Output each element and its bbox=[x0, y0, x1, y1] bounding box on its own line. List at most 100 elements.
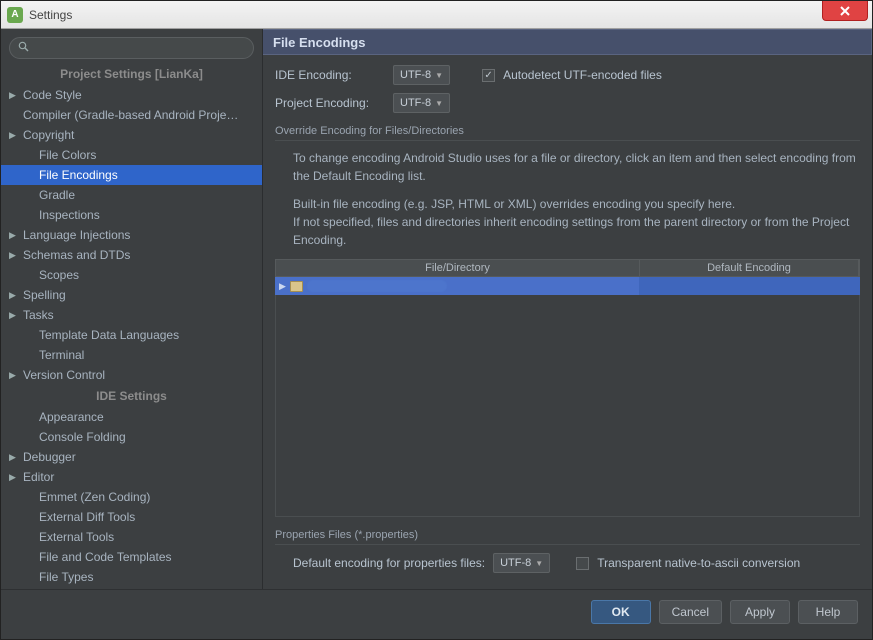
settings-tree[interactable]: Project Settings [LianKa] ▶Code StyleCom… bbox=[1, 63, 262, 589]
tree-item-label: Version Control bbox=[23, 368, 105, 382]
encoding-table: File/Directory Default Encoding ▶ bbox=[275, 259, 860, 517]
tree-item-label: Emmet (Zen Coding) bbox=[39, 490, 150, 504]
expand-arrow-icon[interactable]: ▶ bbox=[9, 130, 19, 141]
expand-arrow-icon[interactable]: ▶ bbox=[9, 370, 19, 381]
expand-arrow-icon[interactable]: ▶ bbox=[9, 452, 19, 463]
override-section-label: Override Encoding for Files/Directories bbox=[275, 125, 860, 141]
tree-item[interactable]: ▶ Code Style bbox=[1, 85, 262, 105]
table-header: File/Directory Default Encoding bbox=[275, 259, 860, 277]
dialog-button-bar: OK Cancel Apply Help bbox=[1, 589, 872, 633]
autodetect-checkbox[interactable]: ✓ bbox=[482, 69, 495, 82]
properties-encoding-dropdown[interactable]: UTF-8 ▼ bbox=[493, 553, 550, 573]
search-box[interactable] bbox=[9, 37, 254, 59]
ide-encoding-dropdown[interactable]: UTF-8 ▼ bbox=[393, 65, 450, 85]
tree-item-label: Scopes bbox=[39, 268, 79, 282]
tree-item-label: Copyright bbox=[23, 128, 74, 142]
tree-item-label: Console Folding bbox=[39, 430, 126, 444]
expand-icon[interactable]: ▶ bbox=[279, 281, 286, 292]
search-input[interactable] bbox=[33, 41, 245, 55]
close-button[interactable] bbox=[822, 1, 868, 21]
help-button[interactable]: Help bbox=[798, 600, 858, 624]
settings-sidebar: Project Settings [LianKa] ▶Code StyleCom… bbox=[1, 29, 263, 589]
ide-encoding-label: IDE Encoding: bbox=[275, 68, 385, 82]
project-encoding-dropdown[interactable]: UTF-8 ▼ bbox=[393, 93, 450, 113]
row-encoding-cell[interactable] bbox=[639, 277, 860, 295]
tree-item[interactable]: File Encodings bbox=[1, 165, 262, 185]
tree-item[interactable]: ▶Schemas and DTDs bbox=[1, 245, 262, 265]
tree-item[interactable]: ▶ Editor bbox=[1, 467, 262, 487]
tree-item[interactable]: Compiler (Gradle-based Android Proje… bbox=[1, 105, 262, 125]
tree-item[interactable]: Gradle bbox=[1, 185, 262, 205]
tree-item[interactable]: Terminal bbox=[1, 345, 262, 365]
search-icon bbox=[18, 41, 29, 55]
section-header-ide: IDE Settings bbox=[1, 385, 262, 407]
tree-item-label: Spelling bbox=[23, 288, 66, 302]
table-row[interactable]: ▶ bbox=[275, 277, 860, 295]
tree-item[interactable]: Emmet (Zen Coding) bbox=[1, 487, 262, 507]
tree-item[interactable]: Console Folding bbox=[1, 427, 262, 447]
properties-encoding-value: UTF-8 bbox=[500, 557, 531, 569]
properties-encoding-label: Default encoding for properties files: bbox=[293, 556, 485, 570]
column-default-encoding[interactable]: Default Encoding bbox=[640, 260, 859, 276]
tree-item[interactable]: External Diff Tools bbox=[1, 507, 262, 527]
tree-item[interactable]: File Colors bbox=[1, 145, 262, 165]
tree-item-label: Editor bbox=[23, 470, 54, 484]
tree-item[interactable]: ▶ Tasks bbox=[1, 305, 262, 325]
override-info-3: If not specified, files and directories … bbox=[275, 213, 860, 249]
tree-item[interactable]: Inspections bbox=[1, 205, 262, 225]
expand-arrow-icon[interactable]: ▶ bbox=[9, 472, 19, 483]
app-icon: A bbox=[7, 7, 23, 23]
tree-item-label: External Diff Tools bbox=[39, 510, 135, 524]
project-encoding-value: UTF-8 bbox=[400, 97, 431, 109]
table-empty-area bbox=[275, 295, 860, 517]
tree-item[interactable]: Scopes bbox=[1, 265, 262, 285]
tree-item[interactable]: ▶ Spelling bbox=[1, 285, 262, 305]
tree-item-label: Language Injections bbox=[23, 228, 130, 242]
tree-item[interactable]: ▶ Debugger bbox=[1, 447, 262, 467]
tree-item[interactable]: File Types bbox=[1, 567, 262, 587]
ide-encoding-value: UTF-8 bbox=[400, 69, 431, 81]
chevron-down-icon: ▼ bbox=[435, 71, 443, 80]
transparent-checkbox[interactable] bbox=[576, 557, 589, 570]
close-icon bbox=[839, 6, 851, 16]
tree-item[interactable]: ▶ Version Control bbox=[1, 365, 262, 385]
tree-item[interactable]: ▶ Copyright bbox=[1, 125, 262, 145]
tree-item-label: Code Style bbox=[23, 88, 82, 102]
tree-item-label: Debugger bbox=[23, 450, 76, 464]
ok-button[interactable]: OK bbox=[591, 600, 651, 624]
tree-item-label: File and Code Templates bbox=[39, 550, 172, 564]
tree-item[interactable]: File and Code Templates bbox=[1, 547, 262, 567]
tree-item-label: Appearance bbox=[39, 410, 104, 424]
tree-item[interactable]: External Tools bbox=[1, 527, 262, 547]
tree-item-label: Tasks bbox=[23, 308, 54, 322]
tree-item-label: Inspections bbox=[39, 208, 100, 222]
expand-arrow-icon[interactable]: ▶ bbox=[9, 250, 19, 261]
expand-arrow-icon[interactable]: ▶ bbox=[9, 310, 19, 321]
chevron-down-icon: ▼ bbox=[435, 99, 443, 108]
tree-item-label: Template Data Languages bbox=[39, 328, 179, 342]
tree-item-label: File Types bbox=[39, 570, 93, 584]
expand-arrow-icon[interactable]: ▶ bbox=[9, 290, 19, 301]
apply-button[interactable]: Apply bbox=[730, 600, 790, 624]
chevron-down-icon: ▼ bbox=[535, 559, 543, 568]
titlebar: A Settings bbox=[1, 1, 872, 29]
tree-item[interactable]: ▶ Language Injections bbox=[1, 225, 262, 245]
cancel-button[interactable]: Cancel bbox=[659, 600, 722, 624]
tree-item-label: File Encodings bbox=[39, 168, 118, 182]
window-title: Settings bbox=[29, 8, 72, 22]
tree-item[interactable]: Appearance bbox=[1, 407, 262, 427]
right-pane: File Encodings IDE Encoding: UTF-8 ▼ ✓ A… bbox=[263, 29, 872, 589]
tree-item[interactable]: Template Data Languages bbox=[1, 325, 262, 345]
content: Project Settings [LianKa] ▶Code StyleCom… bbox=[1, 29, 872, 589]
tree-item-label: Gradle bbox=[39, 188, 75, 202]
column-file-directory[interactable]: File/Directory bbox=[276, 260, 640, 276]
transparent-label: Transparent native-to-ascii conversion bbox=[597, 556, 800, 570]
project-encoding-label: Project Encoding: bbox=[275, 96, 385, 110]
override-info-1: To change encoding Android Studio uses f… bbox=[275, 149, 860, 185]
pane-body: IDE Encoding: UTF-8 ▼ ✓ Autodetect UTF-e… bbox=[263, 55, 872, 589]
expand-arrow-icon[interactable]: ▶ bbox=[9, 90, 19, 101]
tree-item[interactable]: General bbox=[1, 587, 262, 589]
expand-arrow-icon[interactable]: ▶ bbox=[9, 230, 19, 241]
folder-icon bbox=[290, 281, 303, 292]
override-info-2: Built-in file encoding (e.g. JSP, HTML o… bbox=[275, 195, 860, 213]
